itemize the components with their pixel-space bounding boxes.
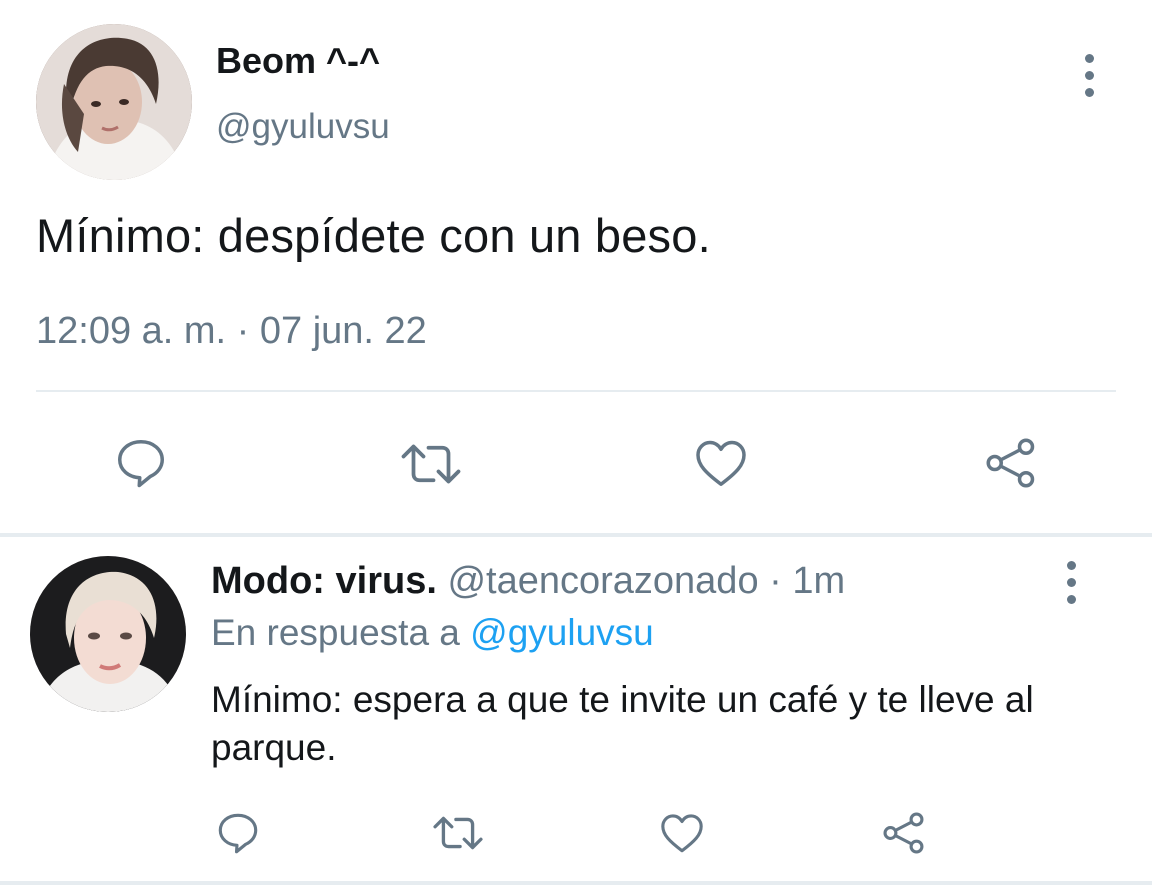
heart-icon <box>661 814 703 853</box>
heart-icon <box>696 440 746 486</box>
like-button[interactable] <box>688 430 754 496</box>
author-avatar[interactable] <box>36 24 192 180</box>
more-dot <box>1084 53 1094 63</box>
in-reply-to-mention-link[interactable]: @gyuluvsu <box>470 612 654 653</box>
more-dot <box>1066 577 1076 587</box>
avatar-photo-icon <box>30 556 186 712</box>
share-button[interactable] <box>978 430 1044 496</box>
more-dot <box>1066 594 1076 604</box>
in-reply-to-label: En respuesta a <box>211 612 471 653</box>
reply-share-button[interactable] <box>876 805 932 861</box>
reply-button[interactable] <box>108 430 174 496</box>
more-dot <box>1084 87 1094 97</box>
reply-author-display-name[interactable]: Modo: virus. <box>211 560 437 602</box>
share-icon <box>986 438 1035 488</box>
avatar-photo-icon <box>36 24 192 180</box>
reply-icon <box>218 813 258 854</box>
retweet-icon <box>401 444 461 484</box>
main-tweet: Beom ^-^ @gyuluvsu Mínimo: despídete con… <box>0 0 1152 536</box>
more-dot <box>1084 70 1094 80</box>
author-handle[interactable]: @gyuluvsu <box>216 107 390 147</box>
more-dot <box>1066 560 1076 570</box>
author-display-name[interactable]: Beom ^-^ <box>216 40 380 82</box>
divider <box>36 390 1116 392</box>
retweet-button[interactable] <box>396 432 466 496</box>
more-options-button[interactable] <box>1069 45 1109 105</box>
reply-more-options-button[interactable] <box>1051 552 1091 612</box>
section-divider <box>0 533 1152 537</box>
tweet-thread-screen: Beom ^-^ @gyuluvsu Mínimo: despídete con… <box>0 0 1152 885</box>
reply-handle-and-time[interactable]: @taencorazonado · 1m <box>437 560 845 602</box>
retweet-icon <box>433 816 483 850</box>
bottom-divider <box>0 881 1152 885</box>
tweet-text: Mínimo: despídete con un beso. <box>36 209 711 262</box>
in-reply-to: En respuesta a @gyuluvsu <box>211 612 654 654</box>
reply-tweet-text: Mínimo: espera a que te invite un café y… <box>211 679 1034 768</box>
reply-retweet-button[interactable] <box>428 806 488 860</box>
reply-like-button[interactable] <box>654 805 710 861</box>
tweet-timestamp[interactable]: 12:09 a. m. · 07 jun. 22 <box>36 310 427 353</box>
reply-author-avatar[interactable] <box>30 556 186 712</box>
reply-header: Modo: virus. @taencorazonado · 1m <box>211 560 845 603</box>
reply-icon <box>118 440 164 488</box>
share-icon <box>883 812 924 854</box>
reply-reply-button[interactable] <box>210 805 266 861</box>
